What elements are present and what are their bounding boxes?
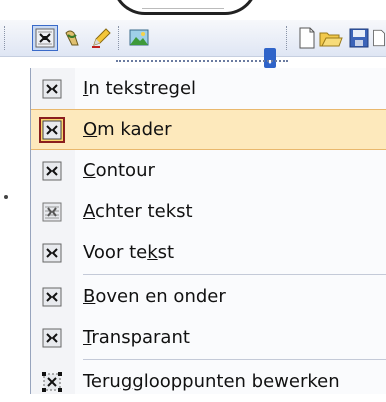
wrap-in-front-icon	[41, 242, 63, 264]
save-icon	[349, 28, 369, 48]
document-bullet	[4, 195, 8, 199]
picture-toolbar	[0, 20, 386, 68]
paint-button[interactable]	[60, 25, 86, 51]
open-button[interactable]	[318, 25, 344, 51]
menu-item-tight[interactable]: Contour	[31, 150, 386, 191]
document-icon	[373, 29, 385, 47]
menu-item-label: Terugglooppunten bewerken	[83, 371, 340, 392]
wrap-inline-icon	[41, 78, 63, 100]
paint-icon	[65, 30, 79, 46]
toolbar-separator	[286, 26, 289, 50]
menu-item-in-front-of-text[interactable]: Voor tekst	[31, 232, 386, 273]
text-wrapping-button[interactable]	[32, 25, 58, 51]
menu-item-in-line[interactable]: In tekstregel	[31, 68, 386, 109]
pencil-button[interactable]	[88, 25, 114, 51]
open-folder-icon	[319, 32, 343, 47]
menu-item-square[interactable]: Om kader	[31, 109, 386, 150]
image-caption-strip	[142, 0, 224, 9]
menu-drag-handle[interactable]	[116, 60, 288, 68]
toolbar-handle[interactable]	[4, 26, 11, 50]
menu-item-label: Achter tekst	[83, 201, 193, 222]
menu-item-label: Boven en onder	[83, 286, 226, 307]
menu-item-top-and-bottom[interactable]: Boven en onder	[31, 276, 386, 317]
menu-item-label: Contour	[83, 160, 155, 181]
pencil-icon	[92, 28, 111, 48]
wrap-square-icon	[39, 116, 65, 143]
menu-item-label: In tekstregel	[83, 78, 197, 99]
wrap-tight-icon	[41, 160, 63, 182]
menu-item-label: Voor tekst	[83, 242, 175, 263]
menu-separator	[83, 359, 386, 360]
image-icon	[129, 29, 149, 46]
print-button[interactable]	[372, 25, 386, 51]
new-document-icon	[299, 27, 315, 49]
menu-item-label: Transparant	[83, 327, 190, 348]
wrap-behind-text-icon	[41, 201, 63, 223]
menu-item-edit-wrap-points[interactable]: Terugglooppunten bewerken	[31, 361, 386, 402]
wrap-top-bottom-icon	[41, 286, 63, 308]
toolbar-separator	[118, 26, 121, 50]
menu-item-label: Om kader	[83, 119, 172, 140]
save-button[interactable]	[346, 25, 372, 51]
edit-wrap-points-icon	[41, 371, 63, 393]
menu-item-behind-text[interactable]: Achter tekst	[31, 191, 386, 232]
insert-image-button[interactable]	[126, 25, 152, 51]
menu-separator	[83, 274, 386, 275]
menu-item-through[interactable]: Transparant	[31, 317, 386, 358]
new-document-button[interactable]	[294, 25, 320, 51]
text-wrapping-menu: In tekstregel Om kader Contour Achter te…	[30, 68, 386, 394]
top-image-strip	[0, 0, 386, 20]
text-wrapping-icon	[35, 28, 55, 48]
wrap-through-icon	[41, 327, 63, 349]
